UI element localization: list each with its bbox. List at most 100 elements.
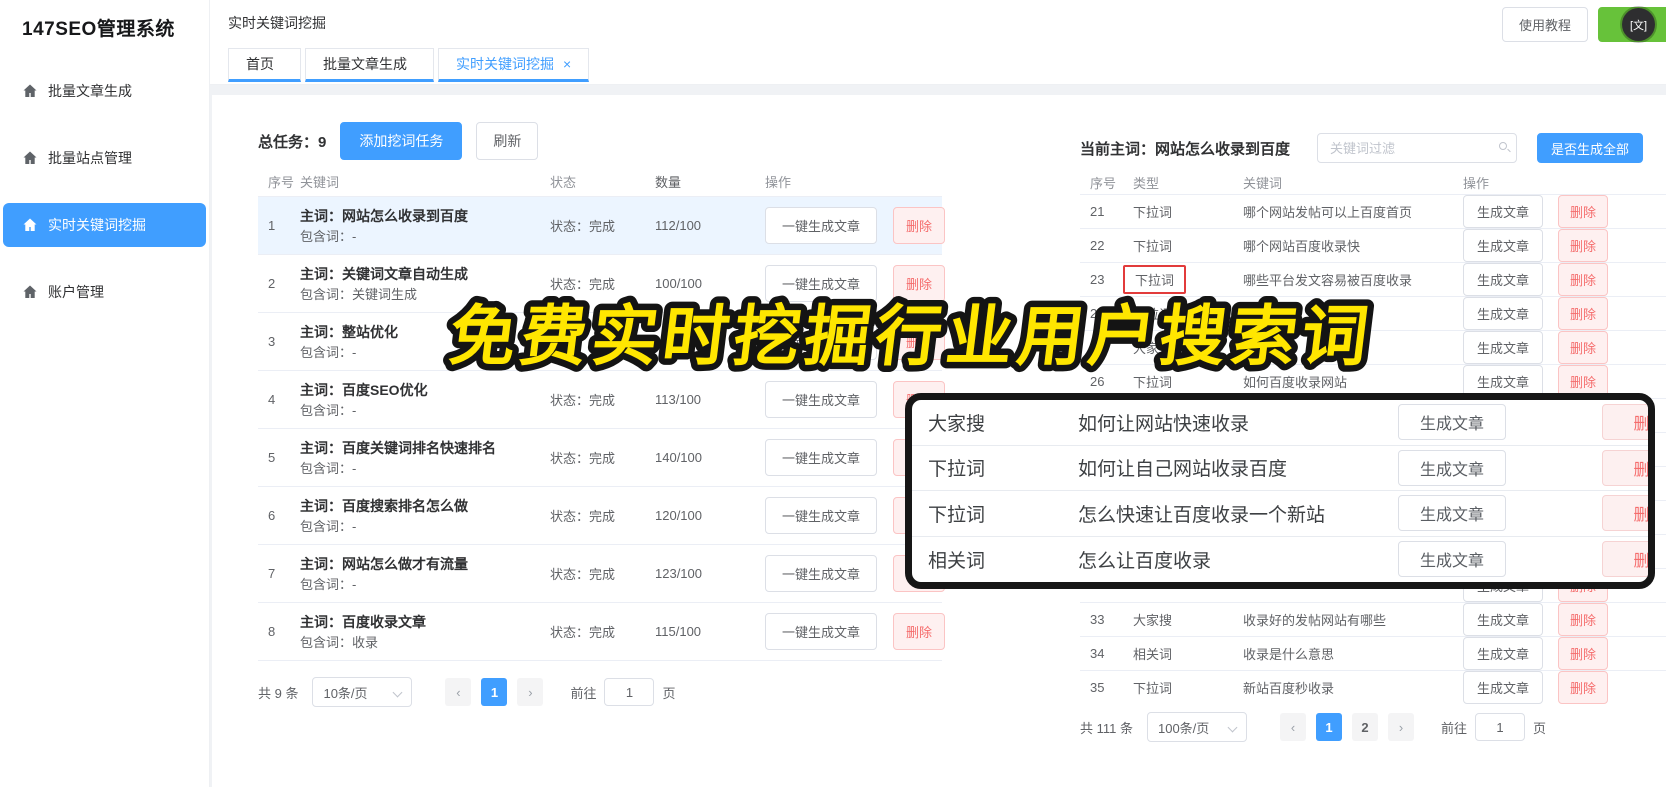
delete-button[interactable]: 删除 (1558, 331, 1608, 364)
sidebar-item[interactable]: 账户管理 (3, 270, 206, 314)
generate-article-button[interactable]: 一键生成文章 (765, 555, 877, 592)
generate-article-button[interactable]: 一键生成文章 (765, 497, 877, 534)
keyword-type: 下拉词 (928, 504, 986, 526)
keyword-row[interactable]: 24 下拉词 生成文章 删除 (1080, 297, 1666, 331)
generate-article-button[interactable]: 生成文章 (1398, 541, 1506, 578)
generate-article-button[interactable]: 生成文章 (1463, 637, 1543, 670)
page-size-select[interactable]: 10条/页 (312, 677, 413, 707)
keyword-type: 下拉词 (1133, 205, 1173, 220)
delete-button[interactable]: 删除 (1602, 449, 1648, 486)
generate-article-button[interactable]: 一键生成文章 (765, 207, 877, 244)
task-row[interactable]: 2 主词：关键词文章自动生成 包含词：关键词生成 状态：完成 100/100 一… (258, 255, 945, 313)
delete-button[interactable]: 删除 (1558, 297, 1608, 330)
prev-page-button[interactable]: ‹ (445, 678, 472, 706)
include-value: 收录 (352, 634, 379, 650)
delete-button[interactable]: 删除 (1558, 263, 1608, 296)
sidebar-item[interactable]: 实时关键词挖掘 (3, 203, 206, 247)
refresh-button[interactable]: 刷新 (476, 122, 539, 160)
generate-article-button[interactable]: 一键生成文章 (765, 613, 877, 650)
task-row[interactable]: 6 主词：百度搜索排名怎么做 包含词：- 状态：完成 120/100 一键生成文… (258, 487, 945, 545)
task-main-word: 主词：整站优化 (300, 316, 500, 344)
page-number-button[interactable]: 1 (1315, 713, 1342, 741)
next-page-button[interactable]: › (517, 678, 544, 706)
delete-button[interactable]: 删除 (1558, 671, 1608, 704)
main-word-prefix: 主词： (300, 207, 342, 224)
tab[interactable]: 首页 (228, 48, 301, 82)
delete-button[interactable]: 删除 (1602, 541, 1648, 578)
keyword-row[interactable]: 34 相关词 收录是什么意思 生成文章 删除 (1080, 637, 1666, 671)
task-row[interactable]: 1 主词：网站怎么收录到百度 包含词：- 状态：完成 112/100 一键生成文… (258, 197, 945, 255)
delete-button[interactable]: 删除 (1558, 195, 1608, 228)
keyword-text: 收录好的发帖网站有哪些 (1243, 613, 1387, 628)
home-icon (22, 284, 38, 300)
page-number-button[interactable]: 2 (1351, 713, 1378, 741)
zoomed-rows-callout: 大家搜 如何让网站快速收录 生成文章 删除 下拉词 如何让自己网站收录百度 生成… (905, 393, 1655, 589)
help-button[interactable]: 使用教程 (1501, 7, 1588, 42)
delete-button[interactable]: 删除 (1558, 229, 1608, 262)
tab[interactable]: 批量文章生成 (305, 48, 434, 82)
task-count: 123/100 (655, 566, 702, 581)
keyword-row[interactable]: 33 大家搜 收录好的发帖网站有哪些 生成文章 删除 (1080, 603, 1666, 637)
task-row[interactable]: 3 主词：整站优化 包含词：- 状态：完成 一键生成文章 删除 (258, 313, 945, 371)
tab[interactable]: 实时关键词挖掘 × (438, 48, 590, 82)
task-actions: 一键生成文章 删除 (745, 265, 945, 302)
generate-article-button[interactable]: 一键生成文章 (765, 323, 877, 360)
keyword-type: 下拉词 (1123, 265, 1187, 294)
main-word-prefix: 主词： (300, 497, 342, 514)
generate-article-button[interactable]: 生成文章 (1463, 331, 1543, 364)
task-row[interactable]: 4 主词：百度SEO优化 包含词：- 状态：完成 113/100 一键生成文章 … (258, 371, 945, 429)
generate-article-button[interactable]: 生成文章 (1463, 603, 1543, 636)
close-icon[interactable]: × (563, 56, 571, 72)
delete-button[interactable]: 删除 (1558, 603, 1608, 636)
delete-button[interactable]: 删除 (893, 323, 945, 360)
next-page-button[interactable]: › (1387, 713, 1414, 741)
keyword-type: 下拉词 (1133, 307, 1173, 322)
generate-all-button[interactable]: 是否生成全部 (1537, 133, 1643, 163)
delete-button[interactable]: 删除 (1558, 637, 1608, 670)
task-actions: 一键生成文章 删除 (745, 323, 945, 360)
task-row[interactable]: 7 主词：网站怎么做才有流量 包含词：- 状态：完成 123/100 一键生成文… (258, 545, 945, 603)
sidebar-item[interactable]: 批量站点管理 (3, 136, 206, 180)
task-row[interactable]: 5 主词：百度关键词排名快速排名 包含词：- 状态：完成 140/100 一键生… (258, 429, 945, 487)
goto-page-input[interactable] (604, 678, 655, 706)
include-prefix: 包含词： (300, 402, 353, 418)
keyword-row[interactable]: 35 下拉词 新站百度秒收录 生成文章 删除 (1080, 671, 1666, 704)
floating-widget-icon[interactable]: [文] (1622, 8, 1655, 41)
generate-article-button[interactable]: 生成文章 (1463, 263, 1543, 296)
generate-article-button[interactable]: 生成文章 (1398, 404, 1506, 441)
current-word-value: 网站怎么收录到百度 (1155, 140, 1291, 158)
generate-article-button[interactable]: 生成文章 (1463, 195, 1543, 228)
generate-article-button[interactable]: 生成文章 (1463, 671, 1543, 704)
page-number-button[interactable]: 1 (481, 678, 508, 706)
generate-article-button[interactable]: 生成文章 (1463, 297, 1543, 330)
delete-button[interactable]: 删除 (1602, 404, 1648, 441)
sidebar-item[interactable]: 批量文章生成 (3, 69, 206, 113)
main-word-value: 整站优化 (342, 323, 398, 340)
app-window: 147SEO管理系统 批量文章生成 批量站点管理 实时关键词挖掘 账户管理 实时… (0, 0, 1666, 787)
delete-button[interactable]: 删除 (893, 265, 945, 302)
task-main-word: 主词：百度SEO优化 (300, 374, 500, 402)
keyword-type: 大家搜 (1133, 341, 1173, 356)
keyword-row[interactable]: 25 大家搜 生成文章 删除 (1080, 331, 1666, 365)
delete-button[interactable]: 删除 (893, 613, 945, 650)
keyword-row[interactable]: 21 下拉词 哪个网站发帖可以上百度首页 生成文章 删除 (1080, 195, 1666, 229)
generate-article-button[interactable]: 一键生成文章 (765, 381, 877, 418)
generate-article-button[interactable]: 一键生成文章 (765, 439, 877, 476)
keyword-filter-input[interactable] (1317, 133, 1517, 163)
goto-page-input[interactable] (1475, 713, 1525, 741)
task-keyword-cell: 主词：关键词文章自动生成 包含词：关键词生成 (300, 258, 550, 310)
keyword-text: 怎么快速让百度收录一个新站 (1078, 504, 1326, 526)
prev-page-button[interactable]: ‹ (1279, 713, 1306, 741)
delete-button[interactable]: 删除 (1602, 495, 1648, 532)
keyword-row[interactable]: 23 下拉词 哪些平台发文容易被百度收录 生成文章 删除 (1080, 263, 1666, 297)
page-size-select[interactable]: 100条/页 (1146, 712, 1247, 742)
generate-article-button[interactable]: 生成文章 (1398, 449, 1506, 486)
generate-article-button[interactable]: 一键生成文章 (765, 265, 877, 302)
delete-button[interactable]: 删除 (893, 207, 945, 244)
task-row[interactable]: 8 主词：百度收录文章 包含词：收录 状态：完成 115/100 一键生成文章 … (258, 603, 945, 661)
add-task-button[interactable]: 添加挖词任务 (340, 122, 463, 160)
generate-article-button[interactable]: 生成文章 (1398, 495, 1506, 532)
include-value: - (352, 576, 357, 592)
keyword-row[interactable]: 22 下拉词 哪个网站百度收录快 生成文章 删除 (1080, 229, 1666, 263)
generate-article-button[interactable]: 生成文章 (1463, 229, 1543, 262)
